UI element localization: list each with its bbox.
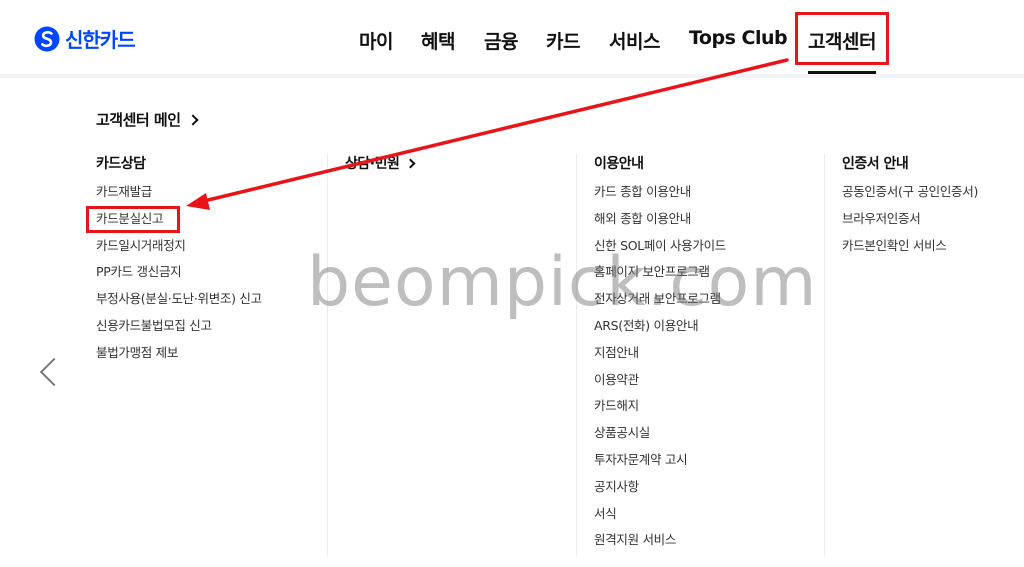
menu-item-joint-certificate[interactable]: 공동인증서(구 공인인증서) <box>842 183 978 210</box>
nav-item-service[interactable]: 서비스 <box>609 27 660 53</box>
menu-item-forms[interactable]: 서식 <box>594 505 726 532</box>
menu-item-branch[interactable]: 지점안내 <box>594 344 726 371</box>
column-title-usage-guide: 이용안내 <box>594 156 644 172</box>
menu-item-notices[interactable]: 공지사항 <box>594 478 726 505</box>
menu-item-illegal-merchant[interactable]: 불법가맹점 제보 <box>96 344 262 371</box>
column-title-card-consult: 카드상담 <box>96 156 146 172</box>
chevron-right-icon <box>405 158 416 168</box>
menu-item-remote-support[interactable]: 원격지원 서비스 <box>594 531 726 558</box>
column-list-usage-guide: 카드 종합 이용안내 해외 종합 이용안내 신한 SOL페이 사용가이드 홈페이… <box>594 183 726 558</box>
column-list-certificate: 공동인증서(구 공인인증서) 브라우저인증서 카드본인확인 서비스 <box>842 183 978 263</box>
watermark: beompick.com <box>307 243 818 322</box>
nav-item-tops-club[interactable]: Tops Club <box>689 27 788 53</box>
nav-item-benefits[interactable]: 혜택 <box>421 27 455 53</box>
menu-item-terms[interactable]: 이용약관 <box>594 371 726 398</box>
column-title-certificate: 인증서 안내 <box>842 156 909 172</box>
chevron-right-icon <box>186 113 199 126</box>
header-divider <box>0 74 1024 78</box>
column-title-label: 상담·민원 <box>345 156 400 172</box>
shinhan-logo-icon <box>34 26 60 51</box>
nav-active-indicator <box>808 71 876 74</box>
menu-item-pp-card[interactable]: PP카드 갱신금지 <box>96 263 262 290</box>
column-divider <box>327 154 328 556</box>
highlight-box-customer-center <box>795 12 889 65</box>
menu-item-product-disclosure[interactable]: 상품공시실 <box>594 424 726 451</box>
nav-item-card[interactable]: 카드 <box>546 27 580 53</box>
column-title-consult-complaint[interactable]: 상담·민원 <box>345 153 416 173</box>
menu-item-card-identity[interactable]: 카드본인확인 서비스 <box>842 237 978 264</box>
menu-item-fraud-report[interactable]: 부정사용(분실·도난·위변조) 신고 <box>96 290 262 317</box>
menu-item-card-cancel[interactable]: 카드해지 <box>594 397 726 424</box>
main-link-label: 고객센터 메인 <box>96 111 181 129</box>
column-divider <box>576 154 577 556</box>
menu-item-illegal-recruit[interactable]: 신용카드불법모집 신고 <box>96 317 262 344</box>
customer-center-main-link[interactable]: 고객센터 메인 <box>96 109 199 130</box>
chevron-left-icon[interactable] <box>39 357 69 387</box>
menu-item-browser-certificate[interactable]: 브라우저인증서 <box>842 210 978 237</box>
brand-name: 신한카드 <box>65 28 136 52</box>
nav-item-finance[interactable]: 금융 <box>484 27 518 53</box>
menu-item-card-temp-suspend[interactable]: 카드일시거래정지 <box>96 237 262 264</box>
nav-item-my[interactable]: 마이 <box>359 27 393 53</box>
column-divider <box>824 154 825 556</box>
brand-logo[interactable]: 신한카드 <box>34 24 136 53</box>
menu-item-advisory-notice[interactable]: 투자자문계약 고시 <box>594 451 726 478</box>
menu-item-card-guide[interactable]: 카드 종합 이용안내 <box>594 183 726 210</box>
menu-item-overseas-guide[interactable]: 해외 종합 이용안내 <box>594 210 726 237</box>
highlight-box-card-loss-report <box>86 206 180 233</box>
